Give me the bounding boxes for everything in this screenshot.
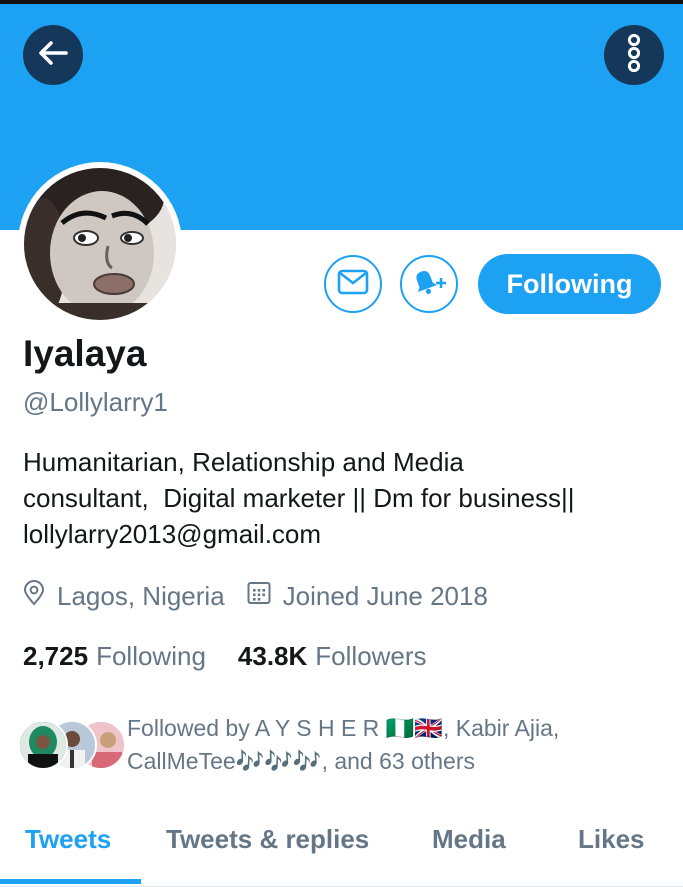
following-button[interactable]: Following: [478, 254, 661, 314]
followed-by-line: CallMeTee🎶🎶🎶, and 63 others: [127, 748, 476, 774]
profile-meta: Lagos, Nigeria Joined June 2018: [23, 576, 488, 616]
back-button[interactable]: [23, 25, 83, 85]
location-pin-icon: [23, 579, 57, 613]
bio-line: Humanitarian, Relationship and Media: [23, 447, 464, 477]
bio-line: consultant, Digital marketer || Dm for b…: [23, 483, 575, 513]
joined-text: Joined June 2018: [282, 580, 488, 611]
profile-tabs: Tweets Tweets & replies Media Likes: [0, 806, 683, 887]
location-text: Lagos, Nigeria: [57, 580, 225, 611]
profile-avatar[interactable]: [18, 162, 182, 326]
followers-stat[interactable]: 43.8K Followers: [238, 641, 427, 672]
followed-by-line: Followed by A Y S H E R 🇳🇬🇬🇧, Kabir Ajia…: [127, 715, 560, 741]
more-options-button[interactable]: [604, 25, 664, 85]
avatar-photo: [24, 168, 176, 320]
tab-media[interactable]: Media: [432, 824, 506, 855]
arrow-left-icon: [36, 36, 70, 75]
bell-plus-icon: [411, 267, 447, 302]
envelope-icon: [337, 269, 369, 300]
tab-tweets[interactable]: Tweets: [25, 824, 111, 855]
message-button[interactable]: [324, 255, 382, 313]
following-count: 2,725: [23, 640, 89, 671]
bio-line[interactable]: lollylarry2013@gmail.com: [23, 516, 663, 552]
following-stat[interactable]: 2,725 Following: [23, 641, 206, 672]
follower-avatar: [18, 720, 68, 770]
profile-bio: Humanitarian, Relationship and Media con…: [23, 444, 663, 552]
follow-stats: 2,725 Following 43.8K Followers: [23, 636, 427, 676]
joined-item: Joined June 2018: [247, 581, 488, 612]
tab-tweets-replies[interactable]: Tweets & replies: [166, 824, 369, 855]
follower-avatars: [18, 720, 128, 770]
followers-count: 43.8K: [237, 640, 308, 671]
following-label: Following: [96, 640, 206, 671]
calendar-icon: [247, 581, 283, 612]
profile-name: Iyalaya: [23, 333, 147, 374]
followed-by-text: Followed by A Y S H E R 🇳🇬🇬🇧, Kabir Ajia…: [127, 712, 683, 778]
notifications-button[interactable]: [400, 255, 458, 313]
followers-label: Followers: [315, 640, 427, 671]
profile-handle: @Lollylarry1: [23, 387, 168, 417]
location-item: Lagos, Nigeria: [23, 579, 225, 613]
vertical-dots-icon: [624, 33, 644, 78]
tab-likes[interactable]: Likes: [578, 824, 645, 855]
active-tab-indicator: [0, 879, 141, 884]
followed-by[interactable]: Followed by A Y S H E R 🇳🇬🇬🇧, Kabir Ajia…: [18, 712, 678, 782]
